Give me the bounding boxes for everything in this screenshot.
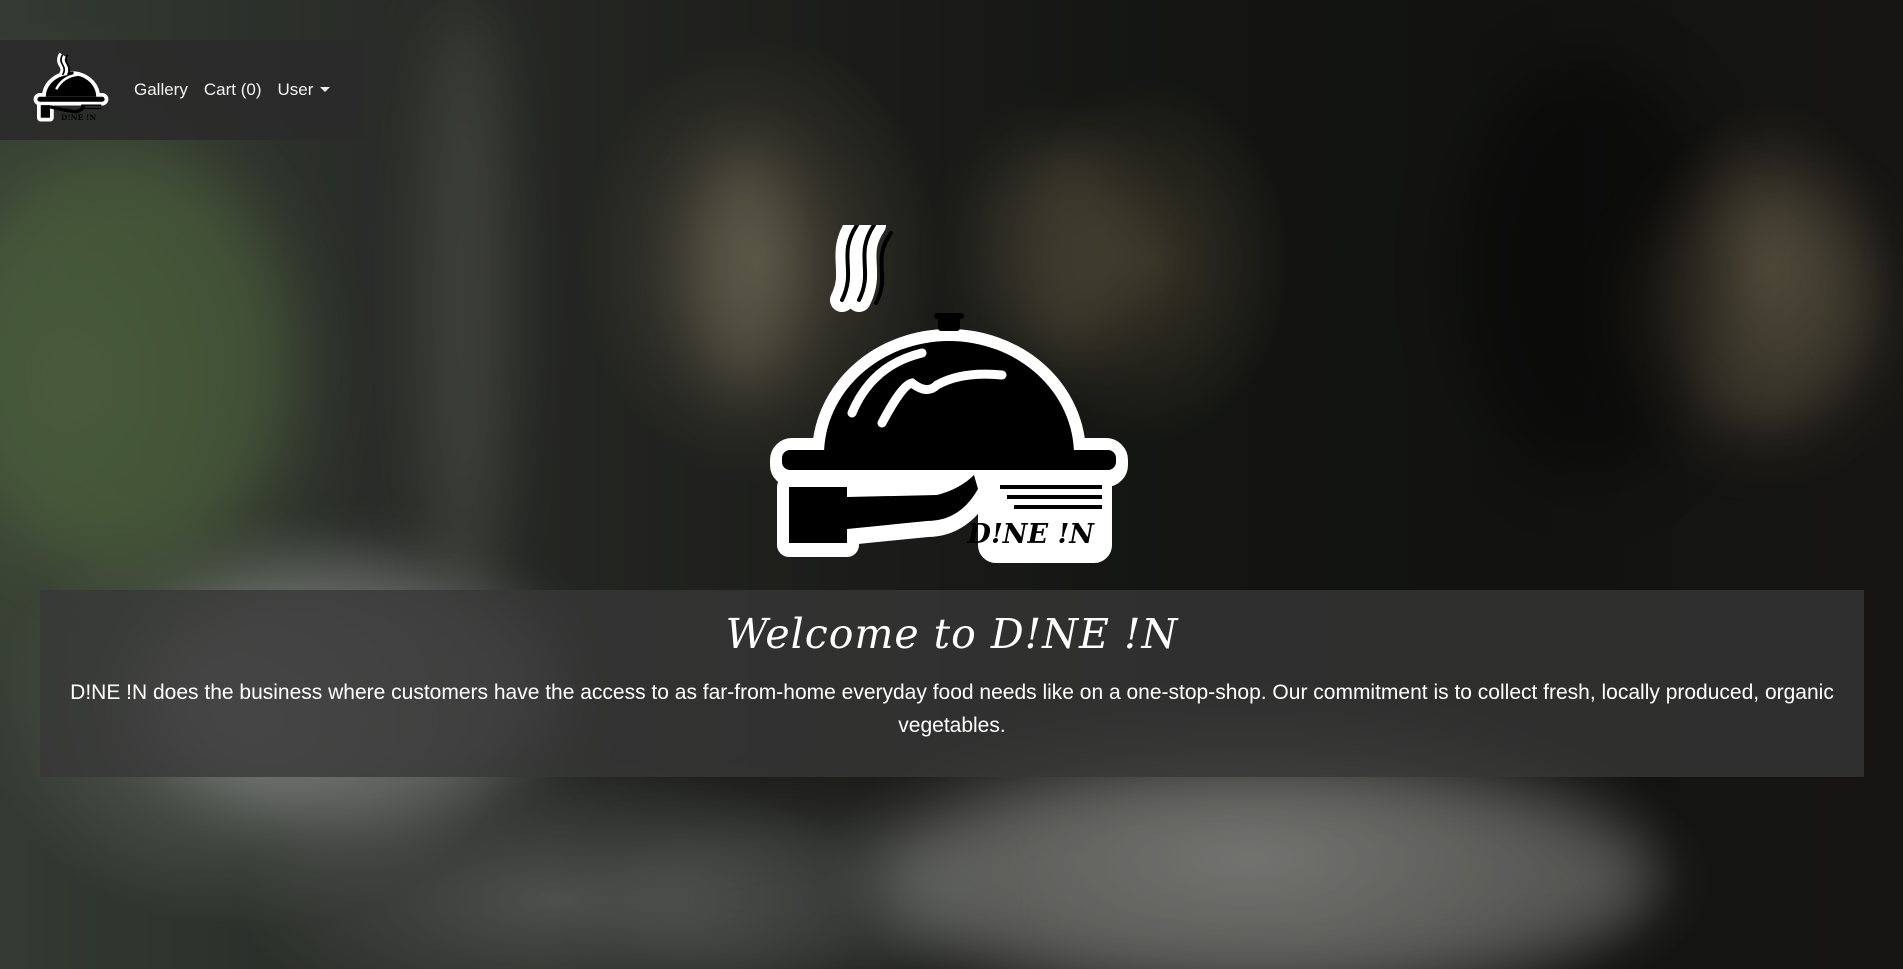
hero-description: D!NE !N does the business where customer… bbox=[70, 681, 1834, 737]
nav-user-dropdown[interactable]: User bbox=[277, 80, 331, 100]
nav-links: Gallery Cart (0) User bbox=[134, 80, 346, 100]
caret-down-icon bbox=[320, 87, 331, 92]
hero-title: Welcome to D!NE !N bbox=[725, 610, 1179, 658]
hero-logo-icon: D!NE !N bbox=[770, 225, 1128, 563]
nav-gallery-link[interactable]: Gallery bbox=[134, 80, 188, 100]
nav-user-label: User bbox=[277, 80, 314, 99]
nav-cart-link[interactable]: Cart (0) bbox=[204, 80, 262, 100]
hero-banner: Welcome to D!NE !N D!NE !N does the busi… bbox=[40, 590, 1864, 777]
svg-text:D!NE !N: D!NE !N bbox=[61, 113, 96, 122]
brand-logo-icon[interactable]: D!NE !N bbox=[29, 48, 113, 132]
navbar: D!NE !N Gallery Cart (0) User bbox=[0, 40, 365, 140]
svg-text:D!NE !N: D!NE !N bbox=[967, 519, 1096, 550]
